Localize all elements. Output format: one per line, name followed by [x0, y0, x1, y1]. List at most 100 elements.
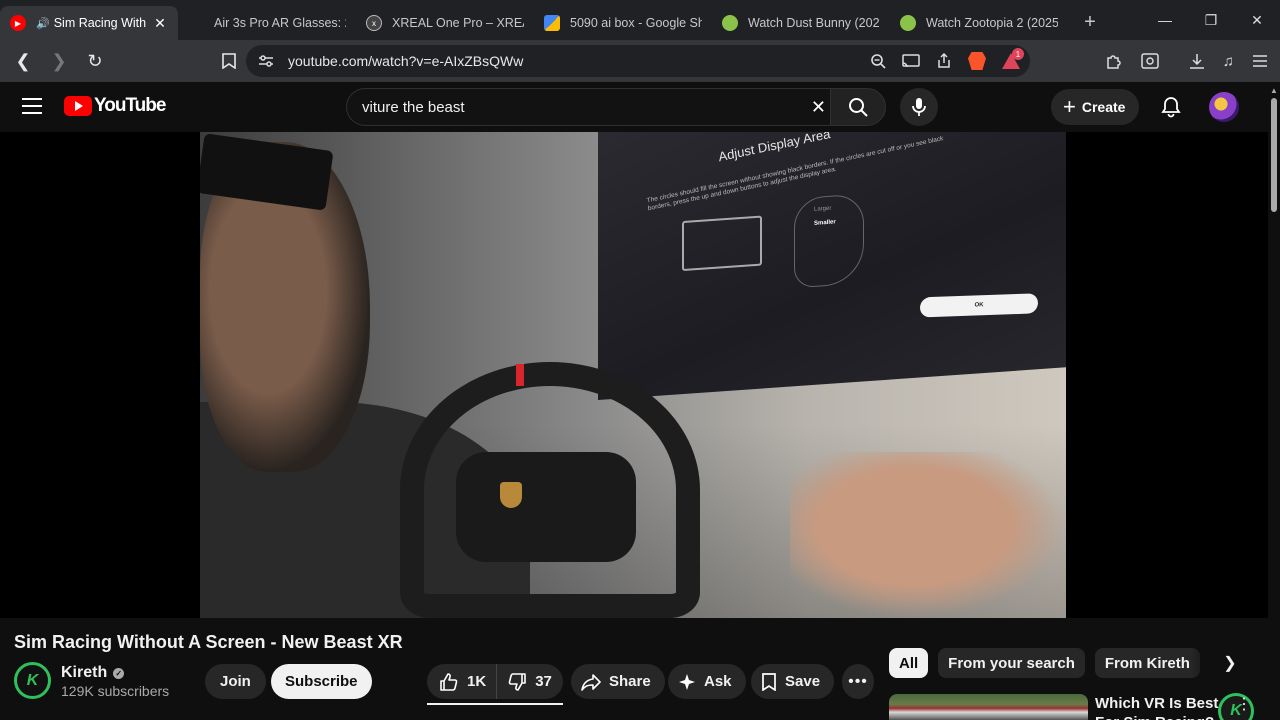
subscriber-count: 129K subscribers [61, 683, 170, 699]
overlay-title: Adjust Display Area [717, 132, 832, 165]
voice-search-button[interactable] [900, 88, 938, 126]
browser-toolbar: ❮ ❯ ↻ youtube.com/watch?v=e-AIxZBsQWw ♫ [0, 40, 1280, 82]
youtube-logo[interactable]: YouTube [64, 95, 166, 117]
chip-all[interactable]: All [889, 648, 929, 678]
ask-label: Ask [704, 673, 732, 690]
recommendation-title[interactable]: Which VR Is Best For Sim Racing? [1095, 694, 1225, 720]
guide-menu-icon[interactable] [22, 98, 42, 114]
recommendation-menu-icon[interactable]: ⋮ [1236, 694, 1252, 714]
search-icon [849, 98, 868, 117]
brave-shields-icon[interactable] [968, 52, 986, 70]
video-virtual-screen: Adjust Display Area The circles should f… [598, 132, 1066, 400]
create-button[interactable]: + Create [1051, 89, 1140, 125]
video-player[interactable]: Adjust Display Area The circles should f… [0, 132, 1268, 720]
join-button[interactable]: Join [205, 664, 266, 699]
media-icon[interactable]: ♫ [1223, 53, 1234, 70]
youtube-masthead: YouTube ✕ + Create [0, 82, 1280, 132]
chip-fade [1190, 648, 1216, 678]
tab-title: Watch Dust Bunny (2025 [748, 16, 880, 30]
overlay-option-larger: Larger [814, 205, 832, 213]
movie-favicon-icon [900, 15, 916, 31]
address-bar[interactable]: youtube.com/watch?v=e-AIxZBsQWw [246, 45, 1030, 77]
downloads-icon[interactable] [1189, 53, 1205, 69]
window-controls: — ❐ ✕ [1142, 0, 1280, 40]
recommendation-thumbnail[interactable] [889, 694, 1088, 720]
minimize-icon[interactable]: — [1142, 0, 1188, 40]
chevron-right-icon[interactable]: ❯ [1216, 648, 1244, 678]
clear-search-icon[interactable]: ✕ [811, 97, 826, 118]
reload-icon[interactable]: ↻ [80, 46, 110, 76]
video-title: Sim Racing Without A Screen - New Beast … [14, 632, 403, 652]
tab-title: Sim Racing With [53, 16, 147, 30]
like-count: 1K [467, 673, 487, 690]
verified-check-icon: ✓ [113, 667, 125, 679]
xreal-favicon-icon: x [366, 15, 382, 31]
ask-button[interactable]: Ask [668, 664, 746, 699]
chip-from-your-search[interactable]: From your search [938, 648, 1085, 678]
tab-title: 5090 ai box - Google Sh [570, 16, 702, 30]
dislike-button[interactable]: 37 [497, 664, 564, 699]
wheel-center-mark [516, 364, 524, 386]
search-button[interactable] [830, 88, 886, 126]
audio-playing-icon[interactable]: 🔊 [36, 17, 50, 30]
browser-tab-active[interactable]: ▶ 🔊 Sim Racing With ✕ [0, 6, 178, 40]
scroll-up-arrow-icon[interactable]: ▲ [1270, 86, 1278, 95]
like-bar-indicator [427, 703, 563, 705]
like-button[interactable]: 1K [427, 664, 498, 699]
browser-tab[interactable]: 5090 ai box - Google Sh [534, 6, 712, 40]
scroll-thumb[interactable] [1271, 98, 1277, 212]
chip-from-channel[interactable]: From Kireth [1094, 648, 1200, 678]
url-text: youtube.com/watch?v=e-AIxZBsQWw [288, 53, 524, 69]
subscribe-button[interactable]: Subscribe [271, 664, 372, 699]
page-scrollbar[interactable]: ▲ [1268, 82, 1280, 720]
browser-tab[interactable]: x XREAL One Pro – XREAL [356, 6, 534, 40]
channel-name-link[interactable]: Kireth ✓ [61, 664, 125, 682]
notifications-bell-icon[interactable] [1159, 95, 1183, 119]
tab-favicon-icon [188, 15, 204, 31]
browser-tab[interactable]: Watch Dust Bunny (2025 [712, 6, 890, 40]
search-box: ✕ [346, 88, 840, 126]
plus-icon: + [1063, 94, 1076, 119]
movie-favicon-icon [722, 15, 738, 31]
tab-title: Watch Zootopia 2 (2025 [926, 16, 1058, 30]
menu-icon[interactable] [1252, 54, 1268, 68]
tv-outline-icon [682, 215, 762, 272]
channel-name: Kireth [61, 664, 108, 681]
tab-close-icon[interactable]: ✕ [152, 15, 168, 32]
share-arrow-icon [581, 673, 601, 691]
search-input[interactable] [362, 98, 792, 116]
share-label: Share [609, 673, 651, 690]
tab-title: Air 3s Pro AR Glasses: 20 [214, 16, 346, 30]
cast-icon[interactable] [902, 54, 920, 68]
bookmark-save-icon [762, 672, 776, 691]
bookmark-icon[interactable] [214, 46, 244, 76]
back-icon[interactable]: ❮ [8, 46, 38, 76]
account-avatar[interactable] [1209, 92, 1239, 122]
channel-avatar[interactable]: K [14, 662, 51, 699]
site-info-icon[interactable] [258, 54, 274, 68]
share-page-icon[interactable] [936, 53, 952, 69]
share-button[interactable]: Share [571, 664, 665, 699]
zoom-icon[interactable] [870, 53, 886, 69]
rewards-count-badge: 1 [1012, 48, 1024, 60]
video-frame[interactable]: Adjust Display Area The circles should f… [200, 132, 1066, 618]
sidebar-search-icon[interactable] [1141, 53, 1159, 69]
save-button[interactable]: Save [751, 664, 835, 699]
browser-tab[interactable]: Air 3s Pro AR Glasses: 20 [178, 6, 356, 40]
more-actions-icon[interactable]: ••• [842, 664, 874, 699]
tab-title: XREAL One Pro – XREAL [392, 16, 524, 30]
create-label: Create [1081, 99, 1126, 115]
browser-tab[interactable]: Watch Zootopia 2 (2025 [890, 6, 1068, 40]
thumbs-down-icon [508, 672, 526, 691]
extensions-icon[interactable] [1105, 52, 1123, 70]
video-wheel-hub [456, 452, 636, 562]
thumbs-up-icon [440, 672, 458, 691]
video-hand [790, 452, 1066, 618]
youtube-favicon-icon: ▶ [10, 15, 26, 31]
close-window-icon[interactable]: ✕ [1234, 0, 1280, 40]
new-tab-button[interactable]: + [1076, 8, 1104, 36]
overlay-ok-button: OK [919, 293, 1039, 318]
forward-icon[interactable]: ❯ [44, 46, 74, 76]
like-dislike-group: 1K 37 [427, 664, 563, 699]
restore-icon[interactable]: ❐ [1188, 0, 1234, 40]
